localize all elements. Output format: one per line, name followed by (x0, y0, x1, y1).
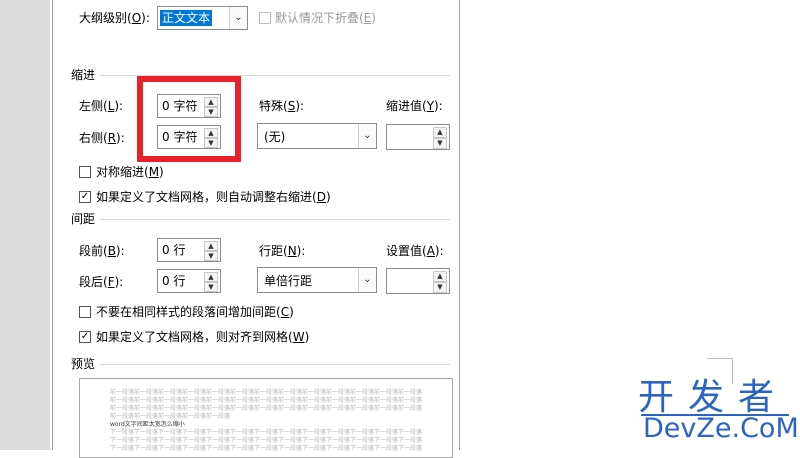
spin-up-icon[interactable]: ▲ (204, 241, 218, 251)
auto-adjust-right-indent-checkbox[interactable]: ✓ (79, 191, 91, 203)
indent-left-label: 左侧(L): (79, 99, 124, 113)
preview-separator (100, 364, 450, 365)
snap-to-grid-checkbox[interactable]: ✓ (79, 331, 91, 343)
chevron-down-icon[interactable]: ⌄ (358, 124, 376, 148)
spin-up-icon[interactable]: ▲ (204, 272, 218, 282)
spacing-after-spinner[interactable]: 0 行 ▲ ▼ (157, 269, 221, 293)
collapse-by-default-label: 默认情况下折叠(E) (275, 11, 376, 25)
corner-mark (707, 358, 733, 359)
preview-next-line: 下一段落下一段落下一段落下一段落下一段落下一段落下一段落下一段落下一段落下一段落… (110, 445, 423, 452)
spacing-after-label: 段后(F): (79, 275, 124, 289)
special-indent-value: (无) (264, 130, 286, 144)
special-indent-select[interactable]: (无) ⌄ (257, 123, 377, 149)
preview-prev-line: 前一段落前一段落前一段落前一段落前一段落前一段落前一段落前一段落前一段落前一段落… (110, 389, 423, 396)
watermark-logo-sub: DevZe.CoM (643, 413, 799, 444)
indent-by-spin-buttons: ▲ ▼ (433, 127, 447, 149)
auto-adjust-right-indent-label: 如果定义了文档网格，则自动调整右缩进(D) (96, 190, 331, 204)
line-spacing-label: 行距(N): (259, 244, 306, 258)
collapse-by-default-checkbox[interactable] (259, 12, 271, 24)
snap-to-grid-label: 如果定义了文档网格，则对齐到网格(W) (96, 330, 310, 344)
at-value-label: 设置值(A): (386, 244, 444, 258)
preview-prev-line-short: 前一段落前一段落前一段落前一段落前一段落 (110, 413, 231, 420)
indent-by-label: 缩进值(Y): (386, 99, 443, 113)
outline-level-value: 正文文本 (160, 10, 213, 26)
preview-sample-text: word文字间距太宽怎么缩小 (110, 421, 185, 428)
mirror-indents-checkbox[interactable] (79, 166, 91, 178)
preview-prev-line: 前一段落前一段落前一段落前一段落前一段落前一段落前一段落前一段落前一段落前一段落… (110, 405, 423, 412)
preview-prev-line: 前一段落前一段落前一段落前一段落前一段落前一段落前一段落前一段落前一段落前一段落… (110, 397, 423, 404)
spacing-after-value: 0 行 (162, 274, 186, 288)
outline-level-label: 大纲级别(O): (79, 11, 150, 25)
spin-up-icon[interactable]: ▲ (433, 271, 447, 282)
indent-section-title: 缩进 (71, 68, 96, 82)
spacing-section-title: 间距 (71, 212, 96, 226)
at-value-spin-buttons: ▲ ▼ (433, 271, 447, 293)
indent-right-label: 右侧(R): (79, 131, 125, 145)
preview-next-line: 下一段落下一段落下一段落下一段落下一段落下一段落下一段落下一段落下一段落下一段落… (110, 437, 423, 444)
highlight-box (137, 76, 241, 162)
indent-by-spinner[interactable]: ▲ ▼ (386, 124, 450, 150)
spacing-before-spin-buttons: ▲ ▼ (204, 241, 218, 261)
check-mark-icon: ✓ (80, 191, 90, 202)
preview-next-line: 下一段落下一段落下一段落下一段落下一段落下一段落下一段落下一段落下一段落下一段落… (110, 429, 423, 436)
spacing-before-value: 0 行 (162, 243, 186, 257)
spacing-before-spinner[interactable]: 0 行 ▲ ▼ (157, 238, 221, 262)
line-spacing-value: 单倍行距 (264, 274, 313, 288)
chevron-down-icon[interactable]: ⌄ (229, 7, 247, 29)
spin-down-icon[interactable]: ▼ (204, 282, 218, 292)
at-value-spinner[interactable]: ▲ ▼ (386, 268, 450, 294)
spacing-after-spin-buttons: ▲ ▼ (204, 272, 218, 292)
spin-down-icon[interactable]: ▼ (433, 138, 447, 149)
spacing-before-label: 段前(B): (79, 244, 125, 258)
special-indent-label: 特殊(S): (259, 99, 305, 113)
chevron-down-icon[interactable]: ⌄ (358, 268, 376, 292)
no-space-same-style-label: 不要在相同样式的段落间增加间距(C) (96, 305, 294, 319)
spin-up-icon[interactable]: ▲ (433, 127, 447, 138)
spin-down-icon[interactable]: ▼ (433, 282, 447, 293)
spacing-separator (100, 219, 450, 220)
spin-down-icon[interactable]: ▼ (204, 251, 218, 261)
line-spacing-select[interactable]: 单倍行距 ⌄ (257, 267, 377, 293)
background-left-panel (0, 0, 50, 450)
no-space-same-style-checkbox[interactable] (79, 306, 91, 318)
mirror-indents-label: 对称缩进(M) (96, 165, 164, 179)
preview-box: 前一段落前一段落前一段落前一段落前一段落前一段落前一段落前一段落前一段落前一段落… (79, 378, 453, 458)
watermark-logo-main: 开发者 (638, 377, 789, 418)
check-mark-icon: ✓ (80, 331, 90, 342)
outline-level-select[interactable]: 正文文本 ⌄ (157, 6, 248, 30)
preview-section-title: 预览 (71, 357, 96, 371)
